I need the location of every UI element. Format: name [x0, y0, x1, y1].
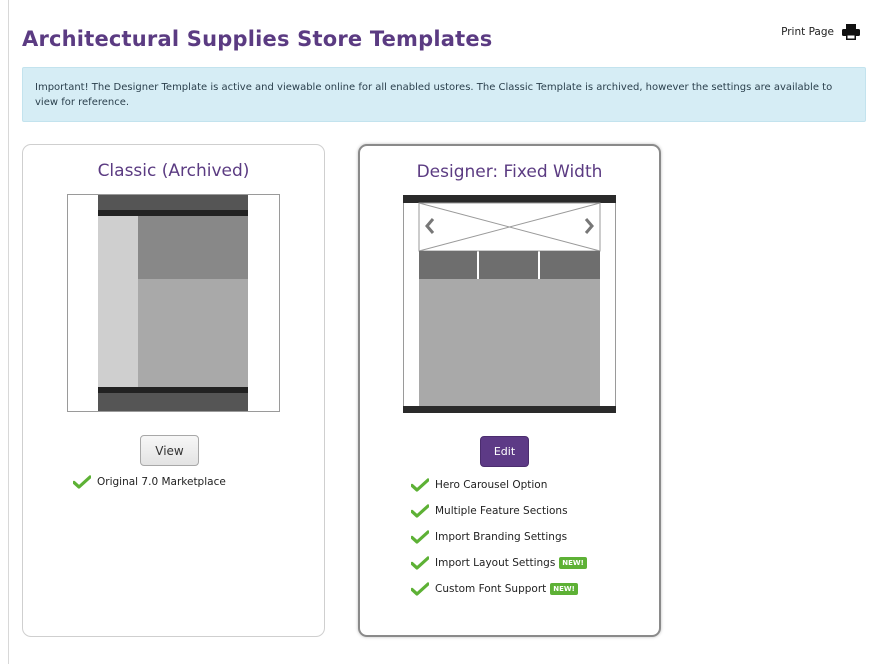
- list-item: Multiple Feature Sections: [410, 498, 587, 524]
- feature-label: Hero Carousel Option: [435, 479, 548, 491]
- checkmark-icon: [72, 475, 92, 489]
- list-item: Custom Font Support NEW!: [410, 576, 587, 602]
- designer-template-thumbnail: [403, 195, 616, 417]
- checkmark-icon: [410, 504, 430, 518]
- designer-template-card: Designer: Fixed Width Edit Hero Carousel…: [358, 144, 661, 637]
- list-item: Import Layout Settings NEW!: [410, 550, 587, 576]
- classic-card-title: Classic (Archived): [97, 161, 250, 181]
- print-page-label: Print Page: [781, 26, 834, 38]
- print-page-link[interactable]: Print Page: [781, 24, 860, 40]
- checkmark-icon: [410, 582, 430, 596]
- printer-icon: [842, 24, 860, 40]
- new-badge: NEW!: [550, 583, 578, 595]
- feature-label: Custom Font Support: [435, 583, 547, 595]
- notice-text: Important! The Designer Template is acti…: [35, 82, 833, 108]
- list-item: Original 7.0 Marketplace: [72, 469, 226, 495]
- classic-template-card: Classic (Archived) View Original 7.0 Mar…: [22, 144, 325, 637]
- feature-label: Original 7.0 Marketplace: [97, 476, 226, 488]
- list-item: Hero Carousel Option: [410, 472, 587, 498]
- designer-feature-list: Hero Carousel Option Multiple Feature Se…: [410, 472, 587, 602]
- page-title: Architectural Supplies Store Templates: [22, 27, 493, 51]
- feature-label: Import Layout Settings: [435, 557, 556, 569]
- checkmark-icon: [410, 530, 430, 544]
- classic-feature-list: Original 7.0 Marketplace: [72, 469, 226, 495]
- list-item: Import Branding Settings: [410, 524, 587, 550]
- view-button[interactable]: View: [140, 435, 199, 466]
- feature-label: Import Branding Settings: [435, 531, 568, 543]
- checkmark-icon: [410, 556, 430, 570]
- new-badge: NEW!: [559, 557, 587, 569]
- feature-label: Multiple Feature Sections: [435, 505, 568, 517]
- checkmark-icon: [410, 478, 430, 492]
- classic-template-thumbnail: [67, 194, 280, 416]
- important-notice: Important! The Designer Template is acti…: [22, 67, 866, 122]
- edit-button[interactable]: Edit: [480, 436, 529, 467]
- designer-card-title: Designer: Fixed Width: [416, 162, 603, 182]
